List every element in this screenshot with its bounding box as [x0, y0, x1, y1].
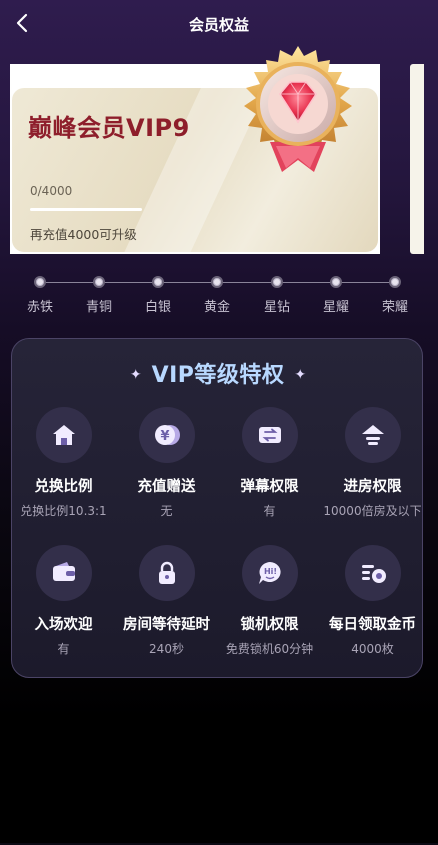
- sparkle-icon: ✦: [129, 367, 142, 383]
- progress-text: 0/4000: [30, 184, 73, 198]
- privilege-name: 每日领取金币: [329, 617, 416, 633]
- vip-card-title: 巅峰会员VIP9: [28, 114, 190, 142]
- progress-bar: [30, 208, 142, 211]
- privilege-value: 免费锁机60分钟: [225, 642, 314, 656]
- hi-chat-icon: Hi!: [241, 545, 298, 601]
- privilege-item[interactable]: 弹幕权限有: [218, 407, 321, 519]
- level-item[interactable]: 星耀: [311, 274, 361, 315]
- privilege-value: 10000倍房及以下: [323, 504, 422, 518]
- level-dot: [389, 276, 401, 288]
- level-dot: [152, 276, 164, 288]
- svg-text:Hi!: Hi!: [263, 567, 276, 576]
- level-item[interactable]: 白银: [133, 274, 183, 315]
- svg-text:¥: ¥: [160, 429, 169, 444]
- privilege-item[interactable]: 兑换比例兑换比例10.3:1: [12, 407, 115, 519]
- sparkle-icon: ✦: [294, 367, 307, 383]
- level-label: 赤铁: [26, 300, 53, 315]
- level-dot: [330, 276, 342, 288]
- privilege-name: 充值赠送: [137, 479, 196, 495]
- coin-list-icon: [344, 545, 401, 601]
- privilege-value: 有: [57, 642, 70, 656]
- level-item[interactable]: 荣耀: [370, 274, 420, 315]
- level-label: 黄金: [203, 300, 230, 315]
- privilege-name: 弹幕权限: [240, 479, 299, 495]
- page-title: 会员权益: [188, 16, 249, 34]
- privilege-item[interactable]: 房间等待延时 240秒: [115, 545, 218, 657]
- privilege-name: 入场欢迎: [34, 617, 93, 633]
- privilege-name: 进房权限: [343, 479, 402, 495]
- vip-badge-icon: [244, 46, 352, 172]
- top-bar: 会员权益: [0, 0, 438, 50]
- home-icon: [35, 407, 92, 463]
- level-item[interactable]: 星钻: [252, 274, 302, 315]
- privileges-panel: ✦ VIP等级特权 ✦ 兑换比例 兑换比例10.3:1 ¥ 充值赠送无弹幕权限有进房权限 1…: [11, 338, 423, 678]
- upgrade-hint: 再充值4000可升级: [30, 227, 137, 242]
- wallet-icon: [35, 545, 92, 601]
- enter-room-icon: [344, 407, 401, 463]
- level-timeline: 赤铁 青铜 白银 黄金 星钻 星耀 荣耀: [0, 270, 438, 320]
- privilege-item[interactable]: Hi! 锁机权限免费锁机60分钟: [218, 545, 321, 657]
- privilege-value: 兑换比例10.3:1: [20, 504, 107, 518]
- lock-icon: [138, 545, 195, 601]
- privilege-name: 锁机权限: [240, 617, 299, 633]
- level-item[interactable]: 赤铁: [15, 274, 65, 315]
- privilege-value: 240秒: [149, 642, 184, 656]
- level-label: 荣耀: [381, 300, 408, 315]
- level-item[interactable]: 青铜: [74, 274, 124, 315]
- level-dot: [34, 276, 46, 288]
- yen-coin-icon: ¥: [138, 407, 195, 463]
- privilege-value: 4000枚: [351, 642, 394, 656]
- privilege-name: 兑换比例: [34, 479, 93, 495]
- level-dot: [93, 276, 105, 288]
- level-dot: [211, 276, 223, 288]
- vip-card-slide[interactable]: 巅峰会员VIP9 0/4000 再充值4000可升级: [10, 46, 380, 254]
- privilege-name: 房间等待延时: [123, 617, 210, 633]
- level-label: 星耀: [322, 300, 349, 315]
- level-item[interactable]: 黄金: [192, 274, 242, 315]
- privilege-item[interactable]: 进房权限 10000倍房及以下: [321, 407, 424, 519]
- privilege-item[interactable]: ¥ 充值赠送无: [115, 407, 218, 519]
- level-dot: [271, 276, 283, 288]
- privilege-value: 有: [263, 504, 276, 518]
- level-label: 星钻: [263, 300, 290, 315]
- danmaku-icon: [241, 407, 298, 463]
- privileges-header: ✦ VIP等级特权 ✦: [12, 357, 424, 389]
- next-card-peek[interactable]: [410, 64, 424, 254]
- level-label: 青铜: [85, 300, 112, 315]
- level-label: 白银: [144, 300, 171, 315]
- privilege-item[interactable]: 入场欢迎有: [12, 545, 115, 657]
- privileges-title: VIP等级特权: [151, 363, 285, 388]
- privilege-item[interactable]: 每日领取金币 4000枚: [321, 545, 424, 657]
- privilege-value: 无: [160, 504, 173, 518]
